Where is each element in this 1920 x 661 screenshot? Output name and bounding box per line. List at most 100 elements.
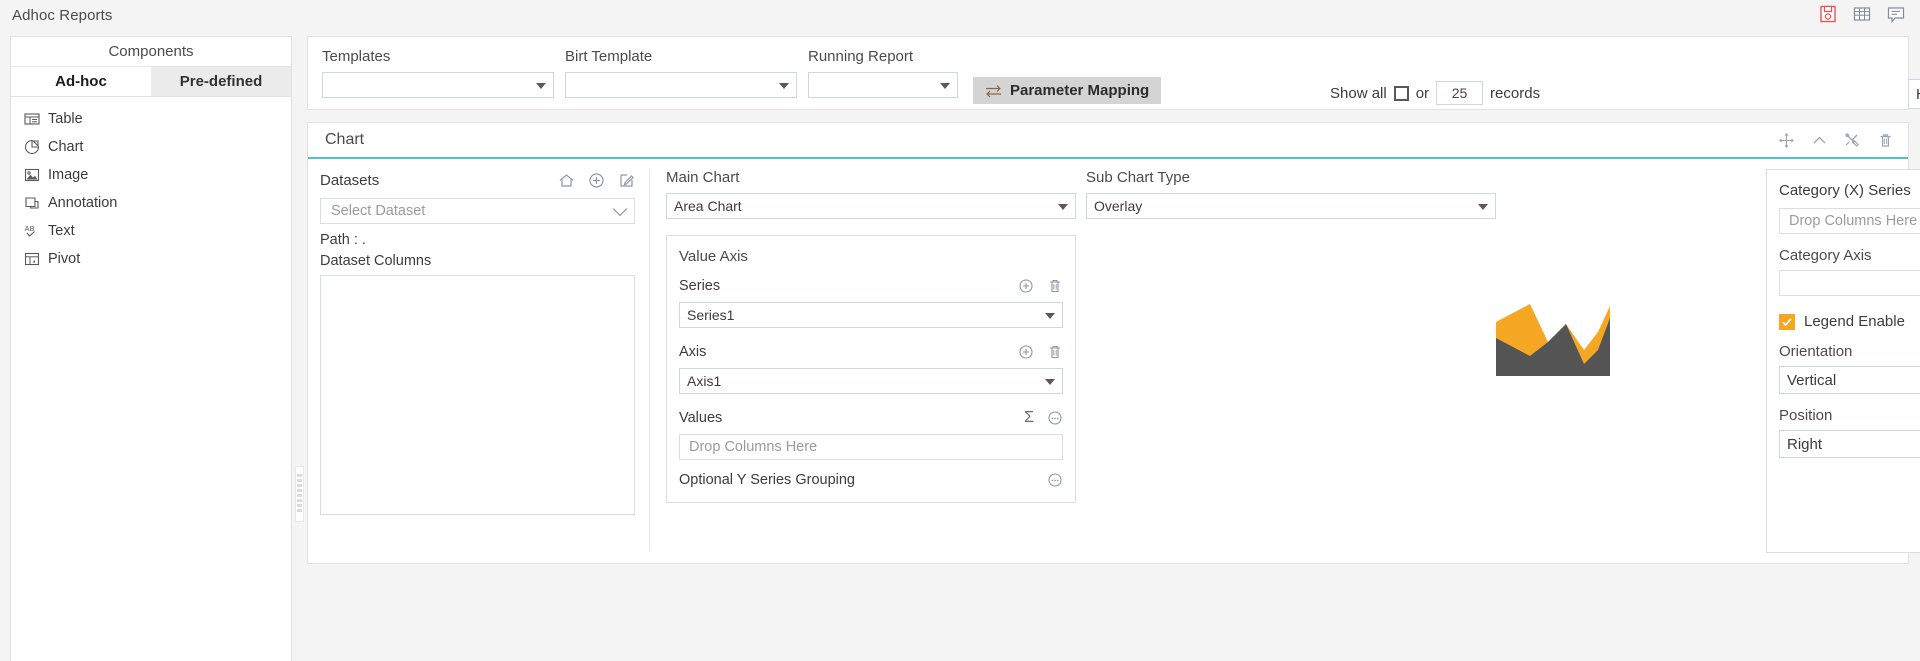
save-icon[interactable] (1818, 3, 1838, 25)
datasets-icon-group (558, 172, 635, 189)
plus-circle-icon[interactable] (1018, 278, 1034, 294)
sidebar-item-annotation[interactable]: Annotation (11, 189, 291, 217)
tab-ad-hoc[interactable]: Ad-hoc (11, 67, 151, 96)
chevron-down-icon (536, 83, 546, 89)
legend-enable-label: Legend Enable (1804, 313, 1905, 330)
sidebar-item-label: Table (48, 111, 83, 127)
image-icon (24, 167, 40, 183)
values-icons: Σ (1024, 410, 1063, 426)
grip-dots (297, 474, 302, 514)
edit-icon[interactable] (618, 172, 635, 189)
sub-chart-select[interactable]: Overlay (1086, 193, 1496, 219)
chevron-down-icon (779, 83, 789, 89)
plus-circle-icon[interactable] (1018, 344, 1034, 360)
chart-icon (24, 139, 40, 155)
output-format-select[interactable]: HTML (1908, 79, 1920, 109)
series-select[interactable]: Series1 (679, 302, 1063, 328)
main-chart-select[interactable]: Area Chart (666, 193, 1076, 219)
value-axis-title: Value Axis (679, 248, 748, 265)
show-all-checkbox[interactable] (1393, 85, 1409, 101)
sidebar-item-label: Image (48, 167, 89, 183)
tab-pre-defined[interactable]: Pre-defined (151, 67, 291, 96)
records-input[interactable] (1436, 81, 1484, 105)
sidebar-item-pivot[interactable]: Pivot (11, 245, 291, 273)
dataset-select-placeholder: Select Dataset (331, 203, 426, 219)
sub-chart-column: Sub Chart Type Overlay (1086, 169, 1496, 219)
optional-grouping-row: Optional Y Series Grouping (679, 472, 1063, 488)
main-chart-column: Main Chart Area Chart Value Axis Series (666, 169, 1076, 503)
home-icon[interactable] (558, 172, 575, 189)
comment-icon[interactable] (1886, 3, 1906, 25)
show-all-label: Show all (1330, 84, 1387, 102)
category-series-header: Category (X) Series (1779, 180, 1920, 200)
more-icon[interactable] (1047, 410, 1063, 426)
position-label: Position (1779, 407, 1833, 424)
more-icon[interactable] (1047, 472, 1063, 488)
category-series-title: Category (X) Series (1779, 181, 1911, 199)
records-label: records (1490, 84, 1541, 102)
sigma-icon[interactable]: Σ (1024, 410, 1034, 426)
optional-grouping-label: Optional Y Series Grouping (679, 472, 855, 488)
trash-icon[interactable] (1877, 132, 1894, 149)
main-chart-value: Area Chart (674, 198, 742, 214)
svg-text:AB: AB (25, 224, 35, 233)
parameter-mapping-button[interactable]: Parameter Mapping (973, 77, 1162, 104)
trash-icon[interactable] (1047, 344, 1063, 360)
move-icon[interactable] (1778, 132, 1795, 149)
values-row: Values Σ (679, 408, 1063, 428)
sidebar-item-table[interactable]: Table (11, 105, 291, 133)
sidebar-item-image[interactable]: Image (11, 161, 291, 189)
axis-select[interactable]: Axis1 (679, 368, 1063, 394)
sidebar-item-chart[interactable]: Chart (11, 133, 291, 161)
output-format-value: HTML (1916, 86, 1920, 103)
values-placeholder: Drop Columns Here (689, 439, 818, 455)
birt-template-field: Birt Template (565, 48, 797, 98)
main-chart-label: Main Chart (666, 169, 740, 186)
trash-icon[interactable] (1047, 278, 1063, 294)
category-axis-input[interactable] (1779, 270, 1920, 296)
chart-panel-title: Chart (325, 131, 365, 148)
chart-panel-body: Datasets Select Dataset Path: . Dataset… (308, 159, 1920, 563)
value-axis-box: Value Axis Series Series1 Axis Axis1 Val… (666, 235, 1076, 503)
orientation-label: Orientation (1779, 343, 1853, 360)
sub-chart-value: Overlay (1094, 198, 1143, 214)
birt-template-select[interactable] (565, 72, 797, 98)
title-bar: Adhoc Reports (0, 0, 1920, 30)
annotation-icon (24, 195, 40, 211)
dataset-columns-label: Dataset Columns (320, 253, 432, 269)
axis-row: Axis (679, 342, 1063, 362)
series-label: Series (679, 278, 721, 294)
chevron-down-icon (1045, 313, 1055, 319)
legend-enable-row: Legend Enable (1779, 313, 1920, 330)
chart-panel-actions (1778, 132, 1894, 149)
dataset-select[interactable]: Select Dataset (320, 198, 635, 224)
plus-circle-icon[interactable] (588, 172, 605, 189)
datasets-header: Datasets (320, 169, 635, 191)
panel-splitter[interactable] (293, 36, 306, 661)
category-series-drop-zone[interactable]: Drop Columns Here (1779, 208, 1920, 234)
templates-select[interactable] (322, 72, 554, 98)
legend-enable-checkbox[interactable] (1779, 313, 1795, 330)
components-sidebar: Components Ad-hoc Pre-defined Table Char… (10, 36, 292, 661)
splitter-grip-handle[interactable] (295, 466, 304, 522)
dataset-columns-list[interactable] (320, 275, 635, 515)
values-drop-zone[interactable]: Drop Columns Here (679, 434, 1063, 460)
dataset-path: Path : . (320, 232, 366, 248)
output-format-field: HTML (1908, 79, 1920, 109)
tools-icon[interactable] (1844, 132, 1861, 149)
sidebar-item-list: Table Chart Image Annotation AB Text Piv… (11, 97, 291, 273)
chevron-down-icon (1058, 204, 1068, 210)
sidebar-item-text[interactable]: AB Text (11, 217, 291, 245)
grid-icon[interactable] (1852, 3, 1872, 25)
report-toolbar: Templates Birt Template Running Report P… (307, 36, 1920, 110)
sub-chart-label: Sub Chart Type (1086, 169, 1190, 186)
running-report-select[interactable] (808, 72, 958, 98)
series-row: Series (679, 276, 1063, 296)
area-chart-preview (1488, 294, 1616, 379)
chart-panel: Chart Datasets Select Dataset Path: . D… (307, 122, 1920, 564)
position-select[interactable]: Right (1779, 430, 1920, 458)
orientation-select[interactable]: Vertical (1779, 366, 1920, 394)
text-icon: AB (24, 223, 40, 239)
chevron-up-icon[interactable] (1811, 132, 1828, 149)
chart-panel-header: Chart (308, 123, 1908, 159)
